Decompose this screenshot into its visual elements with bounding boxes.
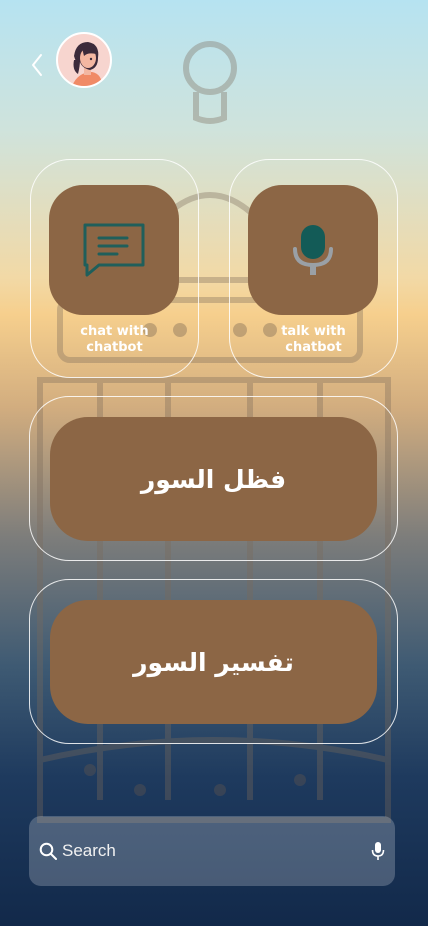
voice-tile[interactable] — [248, 185, 378, 315]
search-icon — [39, 842, 57, 860]
surah-virtue-button[interactable]: فظل السور — [50, 417, 377, 541]
talk-with-chatbot-card[interactable]: talk with chatbot — [229, 159, 398, 378]
chat-with-chatbot-card[interactable]: chat with chatbot — [30, 159, 199, 378]
avatar[interactable] — [56, 32, 112, 88]
surah-tafsir-button[interactable]: تفسير السور — [50, 600, 377, 724]
user-avatar-woman — [72, 42, 102, 86]
back-button[interactable] — [26, 52, 48, 78]
surah-tafsir-card: تفسير السور — [29, 579, 398, 744]
voice-tile-label: talk with chatbot — [281, 324, 346, 355]
surah-tafsir-label: تفسير السور — [133, 647, 294, 677]
microphone-icon — [293, 225, 333, 275]
search-input[interactable] — [62, 836, 352, 866]
search-bar[interactable] — [29, 816, 395, 886]
chevron-left-icon — [32, 54, 42, 76]
surah-virtue-label: فظل السور — [140, 464, 287, 494]
surah-virtue-card: فظل السور — [29, 396, 398, 561]
microphone-icon[interactable] — [371, 841, 385, 861]
chat-bubble-icon — [83, 223, 145, 277]
chat-tile[interactable] — [49, 185, 179, 315]
chat-tile-label: chat with chatbot — [80, 324, 149, 355]
